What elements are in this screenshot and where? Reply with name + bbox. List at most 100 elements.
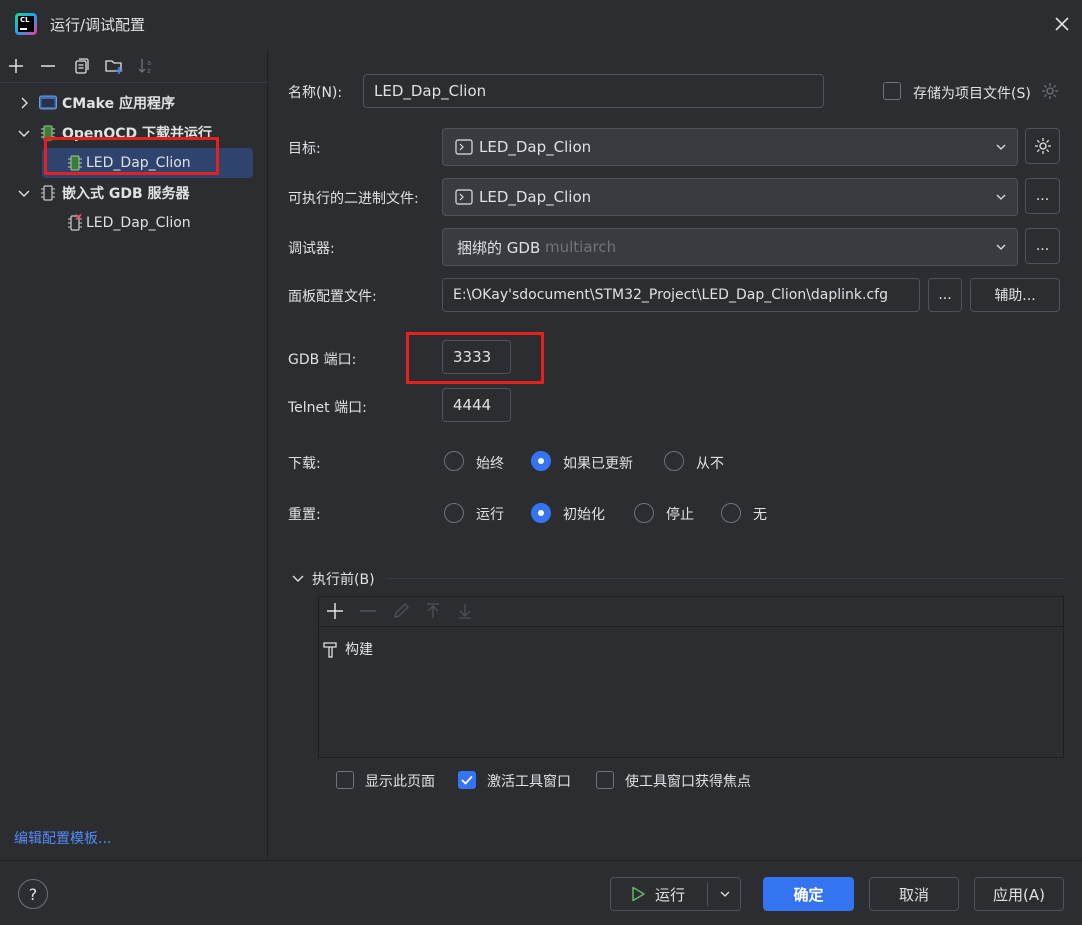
assist-label: 辅助... [994, 288, 1036, 304]
store-as-project-label: 存储为项目文件(S) [913, 86, 1031, 102]
gear-icon[interactable] [1040, 81, 1060, 101]
debugger-select[interactable]: 捆绑的 GDB multiarch [442, 228, 1018, 266]
chevron-down-icon[interactable] [16, 185, 32, 201]
help-button[interactable]: ? [18, 879, 48, 909]
move-up-icon[interactable] [422, 600, 444, 622]
executable-select[interactable]: LED_Dap_Clion [442, 178, 1018, 216]
terminal-icon [455, 189, 473, 205]
tree-item-gdb-led-dap-clion[interactable]: LED_Dap_Clion [66, 209, 191, 237]
board-config-label: 面板配置文件: [288, 289, 377, 305]
telnet-port-input-value: 4444 [453, 396, 492, 414]
move-down-icon[interactable] [454, 600, 476, 622]
remove-icon[interactable] [357, 600, 379, 622]
tree-toolbar: az [0, 54, 268, 80]
add-icon[interactable] [6, 56, 26, 76]
store-as-project-checkbox[interactable] [883, 82, 901, 100]
debugger-select-value: 捆绑的 GDB [457, 238, 541, 257]
toolbar-divider [0, 82, 268, 83]
run-label: 运行 [655, 885, 686, 904]
download-if-updated-radio[interactable] [531, 451, 551, 471]
reset-init-label: 初始化 [563, 507, 605, 523]
executable-select-value: LED_Dap_Clion [479, 188, 592, 206]
show-page-checkbox[interactable] [336, 771, 354, 789]
activate-tool-window-label: 激活工具窗口 [487, 774, 571, 790]
download-always-label: 始终 [476, 456, 504, 472]
tree-group-label: CMake 应用程序 [62, 96, 175, 112]
name-input-value: LED_Dap_Clion [374, 82, 487, 100]
add-icon[interactable] [324, 600, 346, 622]
download-always-radio[interactable] [444, 451, 464, 471]
play-icon [632, 886, 645, 902]
reset-run-radio[interactable] [444, 503, 464, 523]
board-config-input-value: E:\OKay'sdocument\STM32_Project\LED_Dap_… [453, 287, 888, 303]
footer-divider [0, 860, 1082, 861]
close-icon [1055, 17, 1069, 31]
remove-icon[interactable] [38, 56, 58, 76]
reset-halt-radio[interactable] [634, 503, 654, 523]
activate-tool-window-checkbox[interactable] [458, 771, 476, 789]
logo-text: CL [20, 16, 30, 24]
toolbar-divider [319, 626, 1063, 627]
title-bar [0, 0, 1082, 50]
cancel-button[interactable]: 取消 [869, 877, 959, 911]
debugger-label: 调试器: [288, 241, 335, 257]
ok-label: 确定 [793, 885, 824, 904]
apply-button[interactable]: 应用(A) [974, 877, 1064, 911]
download-never-radio[interactable] [664, 451, 684, 471]
cancel-label: 取消 [898, 885, 929, 904]
run-button[interactable]: 运行 [610, 877, 741, 911]
before-launch-title[interactable]: 执行前(B) [312, 569, 375, 589]
reset-init-radio[interactable] [531, 503, 551, 523]
chevron-right-icon[interactable] [16, 95, 32, 111]
chevron-down-icon[interactable] [290, 570, 306, 586]
tree-group-cmake[interactable]: CMake 应用程序 [16, 89, 175, 117]
browse-label: ... [1035, 238, 1050, 254]
sort-icon[interactable]: az [136, 56, 156, 76]
ok-button[interactable]: 确定 [763, 877, 854, 911]
debugger-select-value-muted: multiarch [545, 238, 617, 256]
reset-none-radio[interactable] [721, 503, 741, 523]
cmake-app-icon [39, 95, 57, 110]
split-divider [707, 882, 708, 906]
new-folder-icon[interactable] [104, 56, 124, 76]
target-select[interactable]: LED_Dap_Clion [442, 128, 1018, 166]
chevron-down-icon[interactable] [719, 888, 731, 900]
clion-logo-icon: CL [15, 13, 37, 35]
telnet-port-input[interactable]: 4444 [442, 388, 511, 422]
name-label: 名称(N): [288, 85, 343, 101]
apply-label: 应用(A) [993, 885, 1045, 904]
show-page-label: 显示此页面 [365, 774, 435, 790]
edit-templates-link[interactable]: 编辑配置模板... [14, 828, 111, 848]
download-label: 下载: [288, 456, 321, 472]
board-config-input[interactable]: E:\OKay'sdocument\STM32_Project\LED_Dap_… [442, 278, 920, 312]
chevron-down-icon [996, 144, 1006, 150]
browse-label: ... [938, 287, 952, 303]
target-settings-button[interactable] [1025, 128, 1060, 164]
copy-icon[interactable] [71, 56, 91, 76]
highlight-annotation-box [44, 137, 219, 175]
checkmark-icon [461, 775, 473, 785]
close-button[interactable] [1050, 12, 1074, 36]
debugger-browse-button[interactable]: ... [1025, 228, 1060, 264]
tree-group-label: 嵌入式 GDB 服务器 [62, 186, 190, 202]
assist-button[interactable]: 辅助... [970, 278, 1060, 312]
executable-browse-button[interactable]: ... [1025, 178, 1060, 214]
target-select-value: LED_Dap_Clion [479, 138, 592, 156]
task-label: 构建 [345, 642, 373, 658]
tree-group-embedded-gdb[interactable]: 嵌入式 GDB 服务器 [16, 179, 190, 207]
chevron-down-icon [996, 244, 1006, 250]
tree-item-label: LED_Dap_Clion [86, 215, 191, 231]
before-launch-task-build[interactable]: 构建 [321, 638, 373, 660]
chip-outline-icon [41, 185, 55, 201]
edit-icon[interactable] [390, 600, 412, 622]
focus-tool-window-checkbox[interactable] [596, 771, 614, 789]
download-if-updated-label: 如果已更新 [563, 456, 633, 472]
download-never-label: 从不 [696, 456, 724, 472]
name-input[interactable]: LED_Dap_Clion [363, 74, 824, 108]
terminal-icon [455, 139, 473, 155]
reset-run-label: 运行 [476, 507, 504, 523]
chevron-down-icon[interactable] [16, 125, 32, 141]
board-config-browse-button[interactable]: ... [928, 278, 962, 312]
reset-label: 重置: [288, 507, 321, 523]
svg-text:a: a [147, 59, 151, 67]
